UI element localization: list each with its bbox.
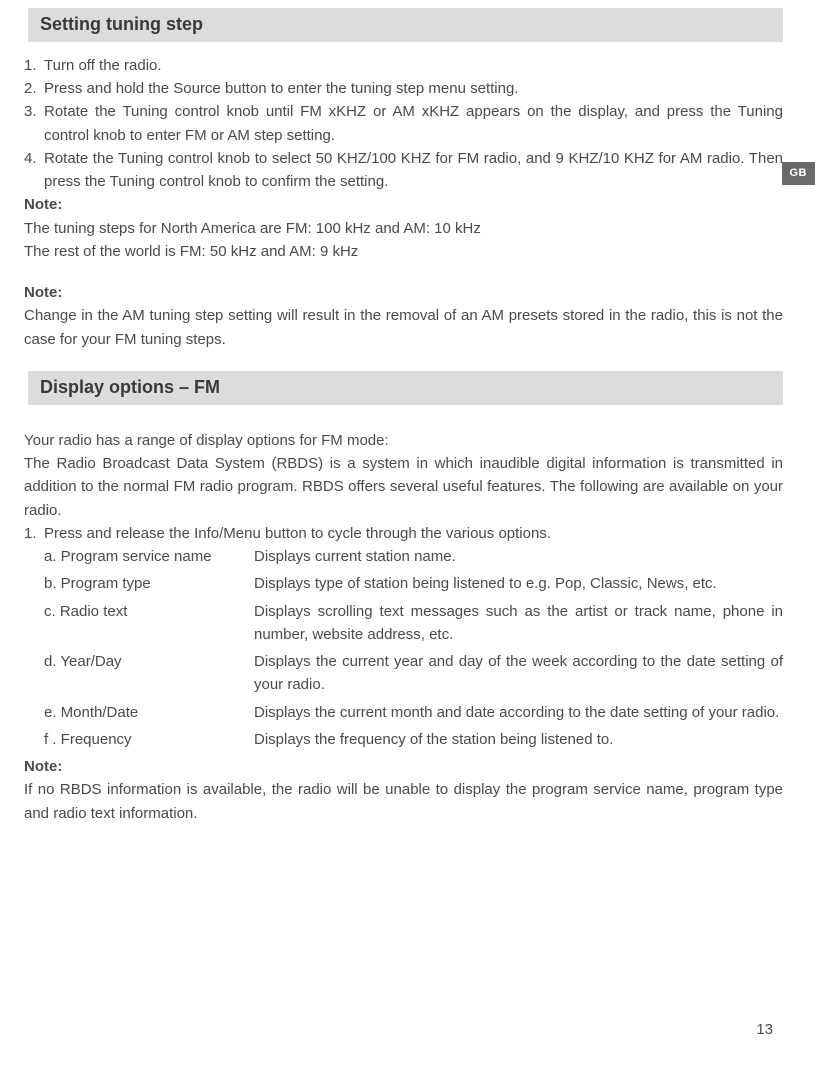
option-label: b. Program type bbox=[44, 572, 254, 595]
intro-text: Your radio has a range of display option… bbox=[24, 429, 783, 452]
page-number: 13 bbox=[756, 1018, 773, 1041]
list-item: f . Frequency Displays the frequency of … bbox=[44, 728, 783, 751]
list-text: Press and hold the Source button to ente… bbox=[44, 77, 783, 100]
heading-display-options: Display options – FM bbox=[28, 371, 783, 405]
option-desc: Displays the current month and date acco… bbox=[254, 701, 783, 724]
list-item: b. Program type Displays type of station… bbox=[44, 572, 783, 595]
option-desc: Displays scrolling text messages such as… bbox=[254, 600, 783, 647]
option-desc: Displays the current year and day of the… bbox=[254, 650, 783, 697]
option-label: f . Frequency bbox=[44, 728, 254, 751]
list-item: 1. Turn off the radio. bbox=[24, 54, 783, 77]
option-desc: Displays the frequency of the station be… bbox=[254, 728, 783, 751]
option-desc: Displays type of station being listened … bbox=[254, 572, 783, 595]
note-text: The rest of the world is FM: 50 kHz and … bbox=[24, 240, 783, 263]
list-text: Rotate the Tuning control knob to select… bbox=[44, 147, 783, 194]
note-label: Note: bbox=[24, 755, 783, 778]
note-text: If no RBDS information is available, the… bbox=[24, 778, 783, 825]
list-text: Press and release the Info/Menu button t… bbox=[44, 522, 783, 545]
note-label: Note: bbox=[24, 281, 783, 304]
option-label: d. Year/Day bbox=[44, 650, 254, 673]
note-label: Note: bbox=[24, 193, 783, 216]
list-text: Turn off the radio. bbox=[44, 54, 783, 77]
section-display-options-body: Your radio has a range of display option… bbox=[24, 429, 783, 825]
option-label: a. Program service name bbox=[44, 545, 254, 568]
list-item: a. Program service name Displays current… bbox=[44, 545, 783, 568]
option-label: e. Month/Date bbox=[44, 701, 254, 724]
note-text: Change in the AM tuning step setting wil… bbox=[24, 304, 783, 351]
list-number: 4. bbox=[24, 147, 44, 194]
list-item: 2. Press and hold the Source button to e… bbox=[24, 77, 783, 100]
list-item: e. Month/Date Displays the current month… bbox=[44, 701, 783, 724]
list-number: 1. bbox=[24, 54, 44, 77]
list-item: 3. Rotate the Tuning control knob until … bbox=[24, 100, 783, 147]
language-tab: GB bbox=[782, 162, 815, 185]
options-list: a. Program service name Displays current… bbox=[44, 545, 783, 751]
list-number: 3. bbox=[24, 100, 44, 147]
option-label: c. Radio text bbox=[44, 600, 254, 623]
list-text: Rotate the Tuning control knob until FM … bbox=[44, 100, 783, 147]
list-number: 2. bbox=[24, 77, 44, 100]
list-number: 1. bbox=[24, 522, 44, 545]
list-item: d. Year/Day Displays the current year an… bbox=[44, 650, 783, 697]
intro-text: The Radio Broadcast Data System (RBDS) i… bbox=[24, 452, 783, 522]
note-text: The tuning steps for North America are F… bbox=[24, 217, 783, 240]
list-item: 1. Press and release the Info/Menu butto… bbox=[24, 522, 783, 545]
list-item: c. Radio text Displays scrolling text me… bbox=[44, 600, 783, 647]
heading-tuning-step: Setting tuning step bbox=[28, 8, 783, 42]
option-desc: Displays current station name. bbox=[254, 545, 783, 568]
list-item: 4. Rotate the Tuning control knob to sel… bbox=[24, 147, 783, 194]
section-tuning-step-body: 1. Turn off the radio. 2. Press and hold… bbox=[24, 54, 783, 351]
